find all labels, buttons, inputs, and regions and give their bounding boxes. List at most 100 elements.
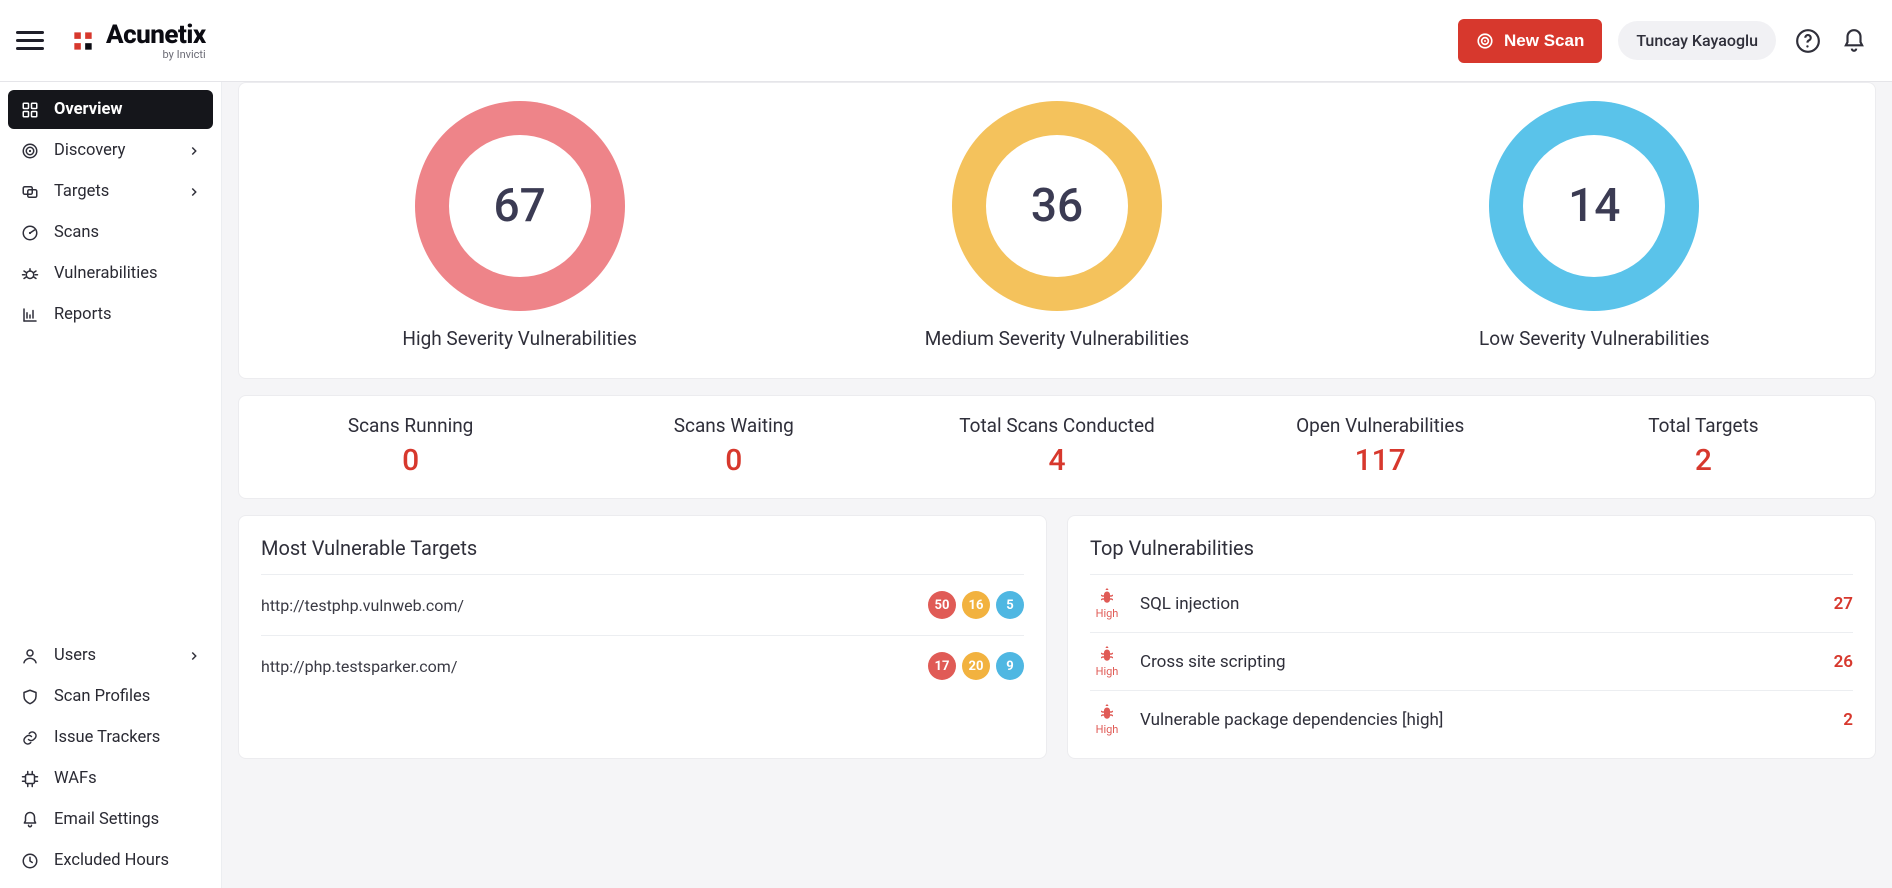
sidebar-item-scans[interactable]: Scans <box>8 213 213 252</box>
sidebar-item-label: WAFs <box>54 769 97 788</box>
vulnerability-name: SQL injection <box>1140 594 1239 614</box>
severity-badge: High <box>1090 645 1124 678</box>
bug-icon <box>1098 645 1116 663</box>
severity-low-value: 14 <box>1568 179 1620 233</box>
dashboard-icon <box>20 101 40 119</box>
vulnerability-row[interactable]: High Vulnerable package dependencies [hig… <box>1090 690 1853 748</box>
chip-icon <box>20 770 40 788</box>
sidebar-item-label: Issue Trackers <box>54 728 160 747</box>
target-url: http://testphp.vulnweb.com/ <box>261 596 464 615</box>
stat-label: Total Targets <box>1542 414 1865 437</box>
most-vulnerable-targets-card: Most Vulnerable Targets http://testphp.v… <box>238 515 1047 759</box>
notifications-icon[interactable] <box>1840 27 1868 55</box>
sidebar-item-vulnerabilities[interactable]: Vulnerabilities <box>8 254 213 293</box>
new-scan-label: New Scan <box>1504 31 1584 51</box>
chevron-right-icon <box>187 144 201 158</box>
new-scan-button[interactable]: New Scan <box>1458 19 1602 63</box>
stat-item[interactable]: Total Scans Conducted4 <box>895 414 1218 478</box>
top-vulnerabilities-title: Top Vulnerabilities <box>1068 516 1875 574</box>
severity-caption: High <box>1096 607 1119 620</box>
chevron-right-icon <box>187 185 201 199</box>
scan-target-icon <box>1476 32 1494 50</box>
sidebar-item-label: Reports <box>54 305 112 324</box>
severity-high-value: 67 <box>494 179 546 233</box>
severity-medium-label: Medium Severity Vulnerabilities <box>925 327 1189 350</box>
sidebar-item-label: Scans <box>54 223 99 242</box>
help-icon[interactable] <box>1794 27 1822 55</box>
sidebar-item-label: Targets <box>54 182 109 201</box>
target-high-count: 17 <box>928 652 956 680</box>
sidebar-item-label: Overview <box>54 100 122 119</box>
bug-icon <box>1098 587 1116 605</box>
sidebar-item-scan-profiles[interactable]: Scan Profiles <box>8 677 213 716</box>
stats-card: Scans Running0Scans Waiting0Total Scans … <box>238 395 1876 499</box>
stat-value: 4 <box>895 443 1218 478</box>
stat-value: 117 <box>1219 443 1542 478</box>
sidebar-item-label: Email Settings <box>54 810 159 829</box>
severity-badge: High <box>1090 587 1124 620</box>
clock-icon <box>20 852 40 870</box>
brand-logo[interactable]: Acunetix by Invicti <box>70 20 206 61</box>
shield-icon <box>20 688 40 706</box>
main-content: 67 High Severity Vulnerabilities 36 Medi… <box>222 82 1892 888</box>
sidebar-item-label: Discovery <box>54 141 125 160</box>
sidebar-item-excluded-hours[interactable]: Excluded Hours <box>8 841 213 880</box>
sidebar-item-reports[interactable]: Reports <box>8 295 213 334</box>
target-low-count: 9 <box>996 652 1024 680</box>
target-medium-count: 16 <box>962 591 990 619</box>
severity-medium-ring-icon: 36 <box>952 101 1162 311</box>
sidebar-item-email-settings[interactable]: Email Settings <box>8 800 213 839</box>
severity-badge: High <box>1090 703 1124 736</box>
sidebar-item-label: Vulnerabilities <box>54 264 157 283</box>
bug-icon <box>20 265 40 283</box>
severity-low-label: Low Severity Vulnerabilities <box>1479 327 1710 350</box>
severity-caption: High <box>1096 723 1119 736</box>
severity-high[interactable]: 67 High Severity Vulnerabilities <box>251 101 788 350</box>
vulnerability-name: Cross site scripting <box>1140 652 1286 672</box>
severity-low-ring-icon: 14 <box>1489 101 1699 311</box>
target-high-count: 50 <box>928 591 956 619</box>
target-row[interactable]: http://php.testsparker.com/17209 <box>261 635 1024 696</box>
top-vulnerabilities-card: Top Vulnerabilities HighSQL injection27H… <box>1067 515 1876 759</box>
target-low-count: 5 <box>996 591 1024 619</box>
chevron-right-icon <box>187 649 201 663</box>
app-header: Acunetix by Invicti New Scan Tuncay Kaya… <box>0 0 1892 82</box>
user-menu[interactable]: Tuncay Kayaoglu <box>1618 21 1776 60</box>
stat-item[interactable]: Total Targets 2 <box>1542 414 1865 478</box>
target-row[interactable]: http://testphp.vulnweb.com/50165 <box>261 574 1024 635</box>
link-icon <box>20 729 40 747</box>
brand-mark-icon <box>70 28 96 54</box>
stat-value: 2 <box>1542 443 1865 478</box>
severity-low[interactable]: 14 Low Severity Vulnerabilities <box>1326 101 1863 350</box>
radar-icon <box>20 224 40 242</box>
target-icon <box>20 142 40 160</box>
vulnerability-name: Vulnerable package dependencies [high] <box>1140 710 1443 730</box>
bell-icon <box>20 811 40 829</box>
chart-icon <box>20 306 40 324</box>
brand-name: Acunetix <box>106 20 206 50</box>
vulnerability-count: 2 <box>1843 710 1853 730</box>
sidebar-item-label: Scan Profiles <box>54 687 150 706</box>
sidebar-item-targets[interactable]: Targets <box>8 172 213 211</box>
bug-icon <box>1098 703 1116 721</box>
severity-summary-card: 67 High Severity Vulnerabilities 36 Medi… <box>238 82 1876 379</box>
severity-medium[interactable]: 36 Medium Severity Vulnerabilities <box>788 101 1325 350</box>
sidebar-item-overview[interactable]: Overview <box>8 90 213 129</box>
sidebar-item-label: Excluded Hours <box>54 851 169 870</box>
sidebar-item-wafs[interactable]: WAFs <box>8 759 213 798</box>
group-icon <box>20 183 40 201</box>
sidebar-item-issue-trackers[interactable]: Issue Trackers <box>8 718 213 757</box>
sidebar-item-users[interactable]: Users <box>8 636 213 675</box>
vulnerability-count: 27 <box>1834 594 1853 614</box>
menu-toggle-button[interactable] <box>16 27 44 55</box>
sidebar-item-label: Users <box>54 646 96 665</box>
stat-item[interactable]: Open Vulnerabilities117 <box>1219 414 1542 478</box>
stat-item[interactable]: Scans Running0 <box>249 414 572 478</box>
user-icon <box>20 647 40 665</box>
vulnerability-row[interactable]: High SQL injection 27 <box>1090 574 1853 632</box>
most-vulnerable-targets-title: Most Vulnerable Targets <box>239 516 1046 574</box>
sidebar-item-discovery[interactable]: Discovery <box>8 131 213 170</box>
vulnerability-row[interactable]: HighCross site scripting26 <box>1090 632 1853 690</box>
target-medium-count: 20 <box>962 652 990 680</box>
stat-item[interactable]: Scans Waiting0 <box>572 414 895 478</box>
